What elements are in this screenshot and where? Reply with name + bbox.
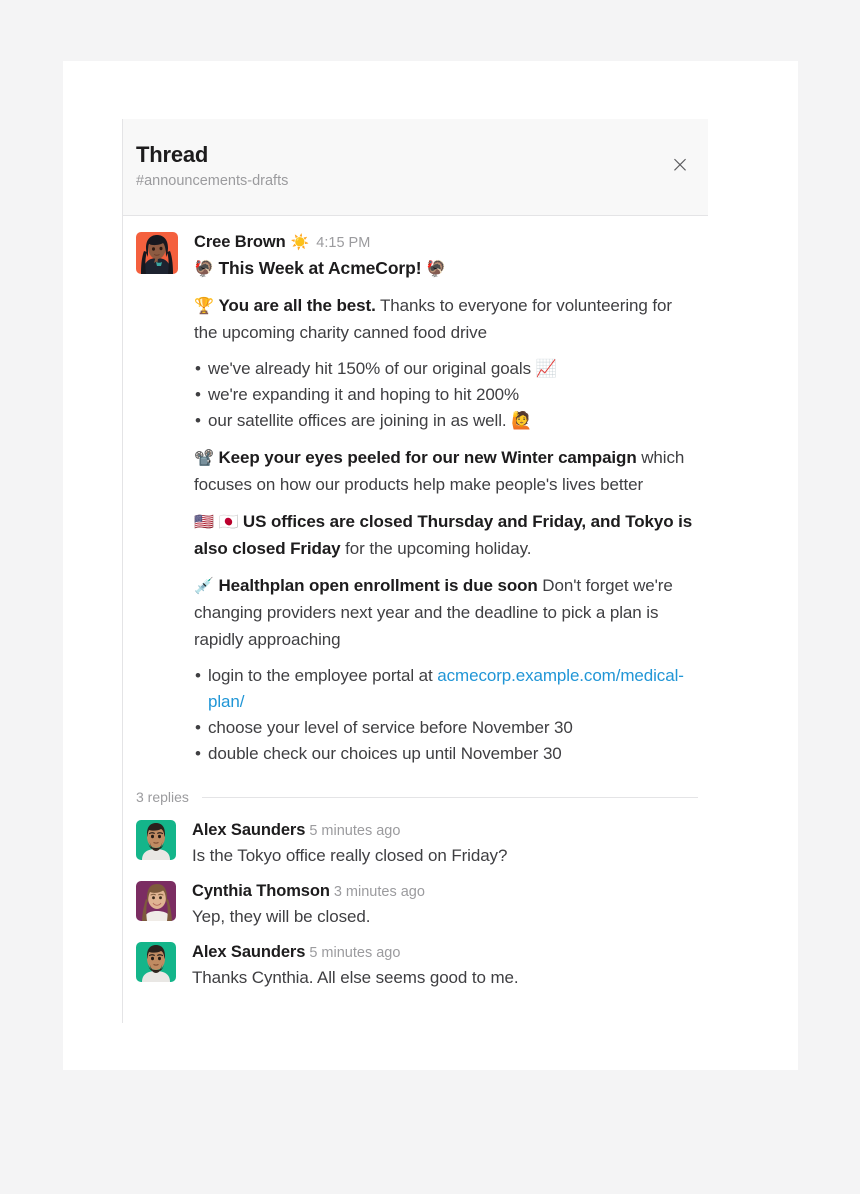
thread-body: Cree Brown ☀️ 4:15 PM 🦃 This Week at AcmeC… [123,216,708,990]
paragraph-healthplan-bold: Healthplan open enrollment is due soon [218,576,538,595]
page-card: Thread #announcements-drafts × Cree Brow… [63,61,798,1070]
paragraph-offices-closed: 🇺🇸 🇯🇵 US offices are closed Thursday and… [194,508,698,562]
avatar-image-alex-saunders [136,820,176,860]
reply-message: Alex Saunders 5 minutes ago Thanks Cynthi… [123,929,708,990]
turkey-icon-right: 🦃 [426,259,446,278]
avatar[interactable] [136,942,176,982]
turkey-icon-left: 🦃 [194,259,214,278]
reply-content: Alex Saunders 5 minutes ago Thanks Cynthi… [192,941,708,990]
syringe-icon: 💉 [194,576,214,595]
reply-text: Thanks Cynthia. All else seems good to m… [192,968,519,987]
list-item: double check our choices up until Novemb… [194,741,698,767]
list-item: login to the employee portal at acmecorp… [194,663,698,715]
paragraph-healthplan: 💉 Healthplan open enrollment is due soon… [194,572,698,653]
author-name[interactable]: Alex Saunders [192,943,305,961]
author-name[interactable]: Alex Saunders [192,821,305,839]
thread-panel: Thread #announcements-drafts × Cree Brow… [122,119,708,1023]
message-meta: Cynthia Thomson 3 minutes ago [192,880,698,903]
goals-bullet-list: we've already hit 150% of our original g… [194,356,698,434]
announcement-title-text: This Week at AcmeCorp! [218,258,422,278]
close-icon[interactable]: × [667,152,693,178]
message-meta: Alex Saunders 5 minutes ago [192,819,698,842]
author-name[interactable]: Cynthia Thomson [192,882,330,900]
reply-message: Cynthia Thomson 3 minutes ago Yep, they w… [123,868,708,929]
film-projector-icon: 📽️ [194,448,214,467]
sun-icon: ☀️ [290,233,310,251]
paragraph-thanks: 🏆 You are all the best. Thanks to everyo… [194,292,698,346]
replies-divider: 3 replies [136,789,708,805]
avatar-image-cynthia-thomson [136,881,176,921]
list-item: we've already hit 150% of our original g… [194,356,698,382]
message-meta: Alex Saunders 5 minutes ago [192,941,698,964]
avatar[interactable] [136,232,178,274]
message-timestamp[interactable]: 5 minutes ago [309,823,400,839]
root-message: Cree Brown ☀️ 4:15 PM 🦃 This Week at AcmeC… [123,216,708,767]
healthplan-bullet-list: login to the employee portal at acmecorp… [194,663,698,767]
avatar[interactable] [136,820,176,860]
message-timestamp[interactable]: 3 minutes ago [334,884,425,900]
portal-text: login to the employee portal at [208,666,438,685]
root-message-content: Cree Brown ☀️ 4:15 PM 🦃 This Week at AcmeC… [194,231,708,767]
reply-message: Alex Saunders 5 minutes ago Is the Tokyo … [123,807,708,868]
flag-japan-icon: 🇯🇵 [218,512,239,531]
reply-content: Cynthia Thomson 3 minutes ago Yep, they w… [192,880,708,929]
announcement-title: 🦃 This Week at AcmeCorp! 🦃 [194,255,698,282]
paragraph-offices-rest: for the upcoming holiday. [340,539,532,558]
message-timestamp[interactable]: 5 minutes ago [309,945,400,961]
paragraph-campaign-bold: Keep your eyes peeled for our new Winter… [218,448,637,467]
channel-name: #announcements-drafts [136,173,289,189]
list-item: we're expanding it and hoping to hit 200… [194,382,698,408]
reply-content: Alex Saunders 5 minutes ago Is the Tokyo … [192,819,708,868]
paragraph-campaign: 📽️ Keep your eyes peeled for our new Win… [194,444,698,498]
thread-header-text: Thread #announcements-drafts [123,119,708,191]
divider-rule [201,796,698,798]
trophy-icon: 🏆 [194,296,214,315]
flag-us-icon: 🇺🇸 [194,512,214,531]
avatar-image-alex-saunders [136,942,176,982]
message-timestamp[interactable]: 4:15 PM [316,235,370,251]
reply-text: Is the Tokyo office really closed on Fri… [192,846,508,865]
replies-count[interactable]: 3 replies [136,789,189,805]
page-title: Thread [136,142,209,167]
thread-header: Thread #announcements-drafts × [123,119,708,216]
reply-text: Yep, they will be closed. [192,907,371,926]
message-meta: Cree Brown ☀️ 4:15 PM [194,231,698,254]
avatar[interactable] [136,881,176,921]
paragraph-thanks-bold: You are all the best. [218,296,376,315]
list-item: choose your level of service before Nove… [194,715,698,741]
list-item: our satellite offices are joining in as … [194,408,698,434]
avatar-image-cree-brown [136,232,178,274]
author-name[interactable]: Cree Brown [194,233,286,251]
message-body: 🦃 This Week at AcmeCorp! 🦃 🏆 You are all… [194,255,698,767]
